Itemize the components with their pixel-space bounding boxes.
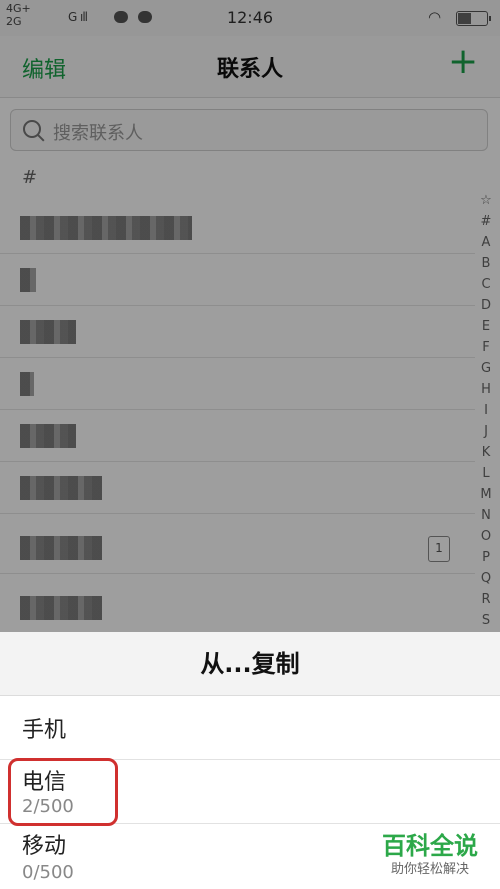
option-capacity: 0/500: [22, 862, 74, 883]
watermark-slogan: 助你轻松解决: [390, 862, 469, 877]
watermark-logo: 百科全说 助你轻松解决: [370, 824, 490, 882]
option-label: 手机: [22, 718, 67, 743]
option-phone[interactable]: 手机: [0, 696, 500, 760]
watermark-brand: 百科全说: [382, 832, 478, 860]
option-label: 移动: [22, 834, 67, 859]
sheet-title: 从...复制: [0, 632, 500, 696]
highlight-annotation: [8, 758, 118, 826]
dim-overlay[interactable]: [0, 0, 500, 632]
